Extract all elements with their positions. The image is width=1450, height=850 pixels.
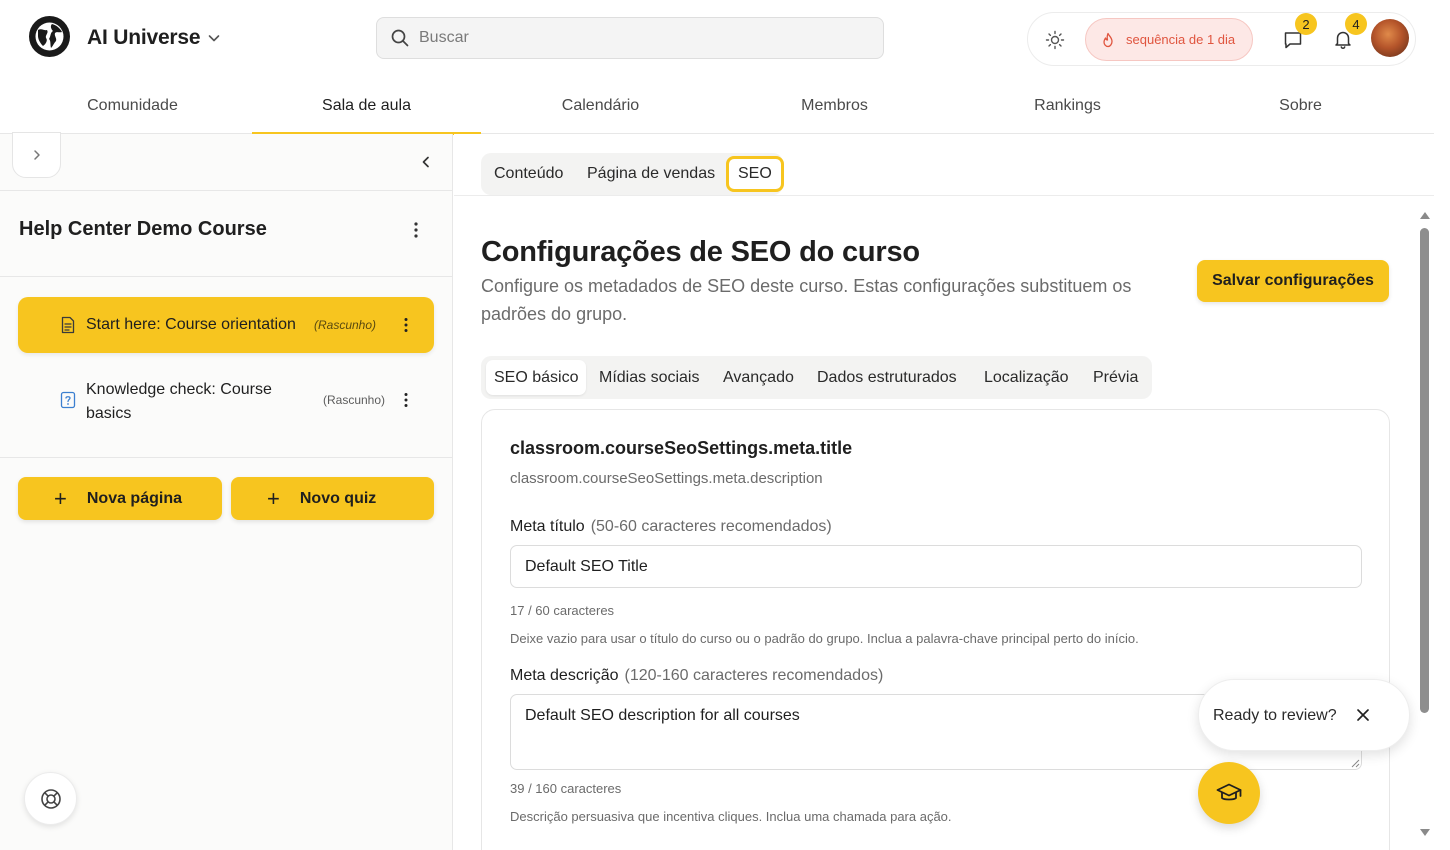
document-icon	[61, 316, 75, 334]
more-vertical-icon[interactable]	[399, 391, 413, 409]
new-quiz-button[interactable]: + Novo quiz	[231, 477, 434, 520]
tab-calendario[interactable]: Calendário	[484, 78, 717, 134]
tab-pagina-de-vendas[interactable]: Página de vendas	[587, 153, 715, 195]
theme-toggle-sun-icon[interactable]	[1045, 30, 1065, 50]
tab-localizacao[interactable]: Localização	[984, 356, 1069, 399]
scroll-thumb[interactable]	[1420, 228, 1429, 713]
tab-sala-de-aula[interactable]: Sala de aula	[252, 78, 481, 135]
fire-icon	[1103, 32, 1113, 47]
divider	[0, 457, 453, 458]
quiz-icon	[60, 391, 76, 409]
lifebuoy-icon	[40, 788, 61, 809]
course-sidebar: Help Center Demo Course Start here: Cour…	[0, 132, 453, 850]
chevron-down-icon[interactable]	[206, 30, 222, 46]
tab-seo-basico[interactable]: SEO básico	[486, 360, 587, 395]
meta-title-help: Deixe vazio para usar o título do curso …	[510, 631, 1139, 646]
search-icon	[391, 29, 409, 47]
review-popup-text[interactable]: Ready to review?	[1213, 707, 1337, 725]
meta-description-help: Descrição persuasiva que incentiva cliqu…	[510, 809, 952, 824]
page-title: Configurações de SEO do curso	[481, 236, 920, 268]
meta-description-label-text: Meta descrição	[510, 667, 619, 684]
expand-sidebar-button[interactable]	[12, 132, 61, 178]
streak-label: sequência de 1 dia	[1126, 32, 1236, 47]
help-button[interactable]	[24, 772, 77, 825]
divider	[0, 276, 453, 277]
card-description: classroom.courseSeoSettings.meta.descrip…	[510, 470, 823, 487]
collapse-sidebar-chevron-left-icon[interactable]	[418, 154, 434, 170]
globe-logo-icon[interactable]	[29, 16, 70, 57]
divider	[0, 190, 453, 191]
card-title: classroom.courseSeoSettings.meta.title	[510, 438, 853, 458]
lesson-draft-status: (Rascunho)	[314, 318, 377, 332]
tab-midias-sociais[interactable]: Mídias sociais	[599, 356, 699, 399]
tab-membros[interactable]: Membros	[718, 78, 951, 134]
more-vertical-icon[interactable]	[399, 316, 413, 334]
tab-conteudo[interactable]: Conteúdo	[494, 153, 563, 195]
new-quiz-label: Novo quiz	[299, 489, 377, 507]
content-tabs: Conteúdo Página de vendas SEO	[481, 153, 784, 195]
tab-sobre[interactable]: Sobre	[1184, 78, 1417, 134]
lesson-item[interactable]: Knowledge check: Course basics (Rascunho…	[18, 369, 434, 431]
more-vertical-icon[interactable]	[408, 220, 424, 240]
tab-dados-estruturados[interactable]: Dados estruturados	[817, 356, 957, 399]
close-icon[interactable]	[1356, 708, 1370, 722]
seo-tabs: SEO básico Mídias sociais Avançado Dados…	[481, 356, 1152, 399]
scroll-up-arrow-icon[interactable]	[1420, 212, 1430, 219]
tab-rankings[interactable]: Rankings	[951, 78, 1184, 134]
chevron-right-icon	[33, 150, 40, 160]
new-page-button[interactable]: + Nova página	[18, 477, 222, 520]
lesson-title: Start here: Course orientation	[86, 316, 296, 333]
lesson-title: Knowledge check: Course basics	[86, 381, 272, 422]
streak-badge[interactable]: sequência de 1 dia	[1085, 18, 1253, 61]
header-actions: sequência de 1 dia 2 4	[1027, 12, 1416, 66]
messages-count-badge: 2	[1295, 13, 1317, 35]
meta-description-counter: 39 / 160 caracteres	[510, 781, 622, 796]
meta-description-hint: (120-160 caracteres recomendados)	[624, 667, 884, 684]
meta-title-counter: 17 / 60 caracteres	[510, 603, 615, 618]
meta-title-label-text: Meta título	[510, 518, 585, 535]
avatar[interactable]	[1371, 19, 1409, 57]
new-page-label: Nova página	[86, 489, 182, 507]
meta-title-hint: (50-60 caracteres recomendados)	[590, 518, 832, 535]
search-bar[interactable]	[376, 17, 884, 59]
plus-icon: +	[267, 485, 280, 511]
main-nav: Comunidade Sala de aula Calendário Membr…	[0, 78, 1434, 135]
save-settings-button[interactable]: Salvar configurações	[1197, 260, 1389, 302]
top-bar: AI Universe sequência de 1 dia 2 4	[0, 0, 1434, 78]
divider	[454, 195, 1434, 196]
review-popup: Ready to review?	[1198, 679, 1410, 751]
page-subtitle: Configure os metadados de SEO deste curs…	[481, 276, 1132, 324]
tab-seo[interactable]: SEO	[726, 156, 784, 192]
tab-avancado[interactable]: Avançado	[723, 356, 794, 399]
scrollbar[interactable]	[1420, 212, 1430, 842]
app-name[interactable]: AI Universe	[87, 26, 201, 50]
plus-icon: +	[54, 485, 67, 511]
tab-previa[interactable]: Prévia	[1093, 356, 1138, 399]
tab-comunidade[interactable]: Comunidade	[16, 78, 249, 134]
meta-title-label: Meta título (50-60 caracteres recomendado…	[510, 518, 832, 536]
scroll-down-arrow-icon[interactable]	[1420, 829, 1430, 836]
course-title: Help Center Demo Course	[19, 218, 267, 240]
meta-title-input[interactable]	[510, 545, 1362, 588]
lesson-item-active[interactable]: Start here: Course orientation (Rascunho…	[18, 297, 434, 353]
graduation-cap-icon	[1216, 783, 1242, 801]
search-input[interactable]	[419, 29, 859, 47]
notifications-count-badge: 4	[1345, 13, 1367, 35]
review-fab-button[interactable]	[1198, 762, 1260, 824]
resize-handle-icon[interactable]	[1350, 758, 1360, 768]
meta-description-label: Meta descrição (120-160 caracteres recome…	[510, 667, 883, 685]
lesson-draft-status: (Rascunho)	[323, 393, 386, 407]
